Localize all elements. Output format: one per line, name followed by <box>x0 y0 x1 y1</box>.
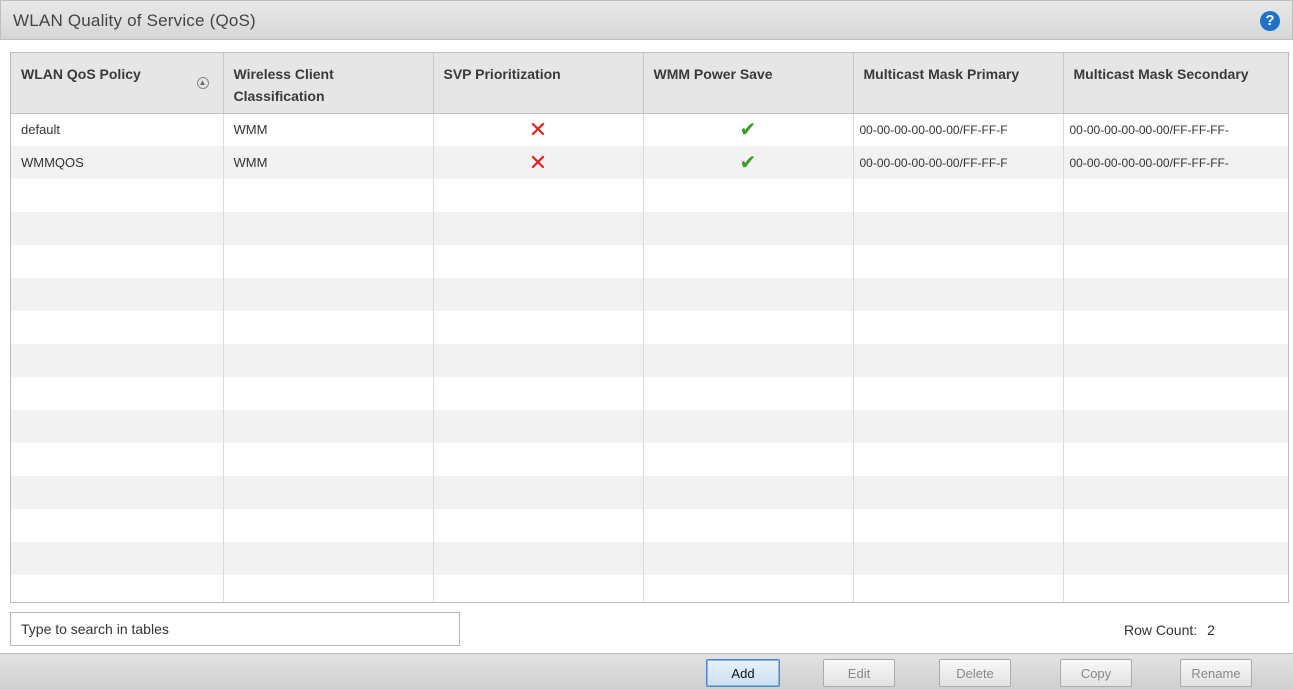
page-title: WLAN Quality of Service (QoS) <box>13 11 256 30</box>
empty-row <box>11 377 1288 410</box>
svp-cell: ✕ <box>433 113 644 146</box>
empty-row <box>11 509 1288 542</box>
empty-row <box>11 575 1288 602</box>
policy-name-cell: WMMQOS <box>11 146 224 179</box>
table-row[interactable]: default WMM ✕ ✔ 00-00-00-00-00-00/FF-FF-… <box>11 113 1288 146</box>
delete-button[interactable]: Delete <box>939 659 1011 687</box>
column-header-qos-policy[interactable]: WLAN QoS Policy ▲ <box>11 53 224 114</box>
empty-row <box>11 278 1288 311</box>
empty-row <box>11 179 1288 212</box>
rename-button[interactable]: Rename <box>1180 659 1252 687</box>
disabled-x-icon: ✕ <box>528 149 548 175</box>
copy-button[interactable]: Copy <box>1060 659 1132 687</box>
sort-ascending-icon[interactable]: ▲ <box>196 77 209 89</box>
empty-row <box>11 443 1288 476</box>
qos-policy-table: WLAN QoS Policy ▲ Wireless Client Classi… <box>10 52 1289 603</box>
empty-row <box>11 542 1288 575</box>
table-row[interactable]: WMMQOS WMM ✕ ✔ 00-00-00-00-00-00/FF-FF-F… <box>11 146 1288 179</box>
edit-button[interactable]: Edit <box>823 659 895 687</box>
mask-secondary-cell: 00-00-00-00-00-00/FF-FF-FF- <box>1063 146 1288 179</box>
empty-row <box>11 476 1288 509</box>
column-header-label: Multicast Mask Secondary <box>1073 66 1249 82</box>
row-count-value: 2 <box>1207 622 1215 638</box>
column-header-label: WMM Power Save <box>653 66 773 82</box>
column-header-wmm-power-save[interactable]: WMM Power Save <box>643 53 854 114</box>
enabled-check-icon: ✔ <box>739 151 757 174</box>
table-search-input[interactable] <box>10 612 460 646</box>
policy-name-cell: default <box>11 113 224 146</box>
table-header-row: WLAN QoS Policy ▲ Wireless Client Classi… <box>11 53 1288 114</box>
wmm-power-save-cell: ✔ <box>643 146 854 179</box>
panel-header: WLAN Quality of Service (QoS) ? <box>0 0 1293 40</box>
row-count-label: Row Count: <box>1124 622 1198 638</box>
column-header-multicast-mask-primary[interactable]: Multicast Mask Primary <box>853 53 1064 114</box>
column-header-label: WLAN QoS Policy <box>21 66 141 82</box>
help-icon[interactable]: ? <box>1260 11 1280 31</box>
column-header-client-classification[interactable]: Wireless Client Classification <box>223 53 434 114</box>
column-header-label: SVP Prioritization <box>443 66 561 82</box>
add-button[interactable]: Add <box>706 659 780 687</box>
column-header-label: Wireless Client Classification <box>233 66 334 104</box>
svp-cell: ✕ <box>433 146 644 179</box>
classification-cell: WMM <box>223 146 434 179</box>
wmm-power-save-cell: ✔ <box>643 113 854 146</box>
enabled-check-icon: ✔ <box>739 118 757 141</box>
empty-row <box>11 212 1288 245</box>
mask-primary-cell: 00-00-00-00-00-00/FF-FF-F <box>853 113 1064 146</box>
mask-secondary-cell: 00-00-00-00-00-00/FF-FF-FF- <box>1069 122 1229 137</box>
classification-cell: WMM <box>223 113 434 146</box>
mask-primary-cell: 00-00-00-00-00-00/FF-FF-F <box>853 146 1064 179</box>
empty-row <box>11 245 1288 278</box>
disabled-x-icon: ✕ <box>528 116 548 142</box>
column-header-multicast-mask-secondary[interactable]: Multicast Mask Secondary <box>1063 53 1288 114</box>
action-bar: Add Edit Delete Copy Rename <box>0 653 1293 689</box>
column-header-svp-prioritization[interactable]: SVP Prioritization <box>433 53 644 114</box>
column-header-label: Multicast Mask Primary <box>863 66 1020 82</box>
row-count: Row Count: 2 <box>1124 622 1215 638</box>
empty-row <box>11 311 1288 344</box>
empty-row <box>11 410 1288 443</box>
empty-row <box>11 344 1288 377</box>
